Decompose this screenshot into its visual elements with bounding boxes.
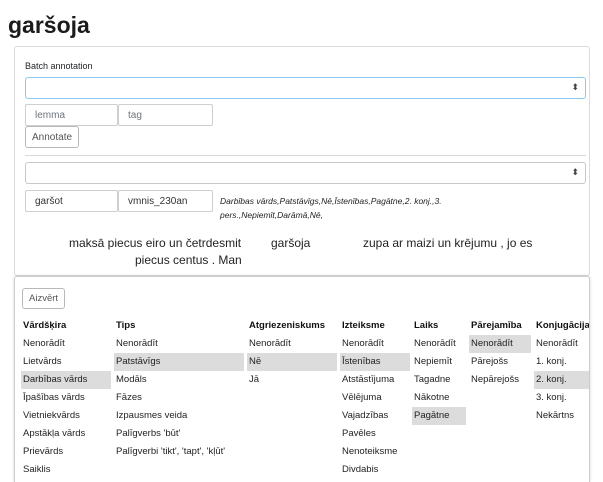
feature-column: Atgriezeniskums Nenorādīt Nē Jā [247,317,337,389]
feature-option[interactable]: Vietniekvārds [21,407,111,425]
feature-option[interactable]: Nenorādīt [469,335,531,353]
feature-option[interactable]: Patstāvīgs [114,353,244,371]
batch-lemma-input[interactable]: lemma [25,104,118,126]
feature-column: Konjugācija Nenorādīt 1. konj. 2. konj. 3. k… [534,317,590,425]
token-tag-select[interactable]: ⬍ [25,162,586,184]
column-header: Konjugācija [536,320,590,331]
sentence-text: maksā piecus eiro un četrdesmit [69,236,242,250]
select-caret-icon: ⬍ [571,167,579,177]
feature-option[interactable]: Izpausmes veida [114,407,244,425]
feature-column: Izteiksme Nenorādīt Īstenības Atstāstījuma V… [340,317,410,479]
feature-option[interactable]: Nenoteiksme [340,443,410,461]
feature-option[interactable]: Nenorādīt [340,335,410,353]
batch-annotation-label: Batch annotation [25,61,93,71]
feature-option[interactable]: Fāzes [114,389,244,407]
column-header: Vārdšķira [23,320,67,331]
feature-option[interactable]: Tagadne [412,371,466,389]
feature-option[interactable]: Nenorādīt [247,335,337,353]
feature-option[interactable]: Īpašības vārds [21,389,111,407]
feature-option[interactable]: Lietvārds [21,353,111,371]
column-header: Atgriezeniskums [249,320,326,331]
column-header: Izteiksme [342,320,385,331]
feature-column: Vārdšķira Nenorādīt Lietvārds Darbības vārd… [21,317,111,479]
annotation-card: Batch annotation ⬍ lemma tag Annotate ⬍ … [14,46,590,276]
column-header: Tips [116,320,136,331]
feature-option[interactable]: Nākotne [412,389,466,407]
tag-selector-panel: Aizvērt Vārdšķira Nenorādīt Lietvārds Darbī… [14,276,590,482]
feature-option[interactable]: Apstākļa vārds [21,425,111,443]
feature-option[interactable]: Nenorādīt [21,335,111,353]
tag-description: Darbības vārds,Patstāvīgs,Nē,Īstenības,P… [220,196,442,220]
feature-option[interactable]: Nepārejošs [469,371,531,389]
feature-option[interactable]: Darbības vārds [21,371,111,389]
feature-option[interactable]: Nepiemīt [412,353,466,371]
feature-option[interactable]: Nē [247,353,337,371]
feature-option[interactable]: Nenorādīt [412,335,466,353]
feature-option[interactable]: Vēlējuma [340,389,410,407]
select-caret-icon: ⬍ [571,82,579,92]
feature-option[interactable]: Atstāstījuma [340,371,410,389]
feature-option[interactable]: Modāls [114,371,244,389]
feature-option[interactable]: 2. konj. [534,371,589,389]
sentence-text: piecus centus . Man [135,253,242,267]
token-tag-input[interactable]: vmnis_230an [118,190,213,212]
feature-option[interactable]: Nekārtns [534,407,589,425]
batch-tag-select[interactable]: ⬍ [25,77,586,99]
token-lemma-input[interactable]: garšot [25,190,118,212]
feature-option[interactable]: Saiklis [21,461,111,479]
feature-option[interactable]: Palīgverbs 'būt' [114,425,244,443]
feature-option[interactable]: 1. konj. [534,353,589,371]
close-button[interactable]: Aizvērt [22,288,66,309]
feature-option[interactable]: Divdabis [340,461,410,479]
feature-option[interactable]: Īstenības [340,353,410,371]
feature-option[interactable]: Vajadzības [340,407,410,425]
sentence-token[interactable]: garšoja [271,236,310,250]
column-header: Laiks [414,320,439,331]
sentence-text: zupa ar maizi un krējumu , jo es [363,236,533,250]
feature-option[interactable]: Jā [247,371,337,389]
feature-option[interactable]: Nenorādīt [534,335,589,353]
annotate-button[interactable]: Annotate [25,126,80,148]
feature-option[interactable]: Palīgverbi 'tikt', 'tapt', 'kļūt' [114,443,244,461]
feature-option[interactable]: Prievārds [21,443,111,461]
feature-option[interactable]: Pagātne [412,407,466,425]
page-title: garšoja [8,12,90,38]
feature-column: Pārejamība Nenorādīt Pārejošs Nepārejošs [469,317,531,389]
column-header: Pārejamība [471,320,522,331]
feature-option[interactable]: 3. konj. [534,389,589,407]
batch-tag-input[interactable]: tag [118,104,213,126]
feature-option[interactable]: Nenorādīt [114,335,244,353]
feature-option[interactable]: Pavēles [340,425,410,443]
feature-column: Tips Nenorādīt Patstāvīgs Modāls Fāzes Izpaus… [114,317,244,461]
feature-option[interactable]: Pārejošs [469,353,531,371]
feature-column: Laiks Nenorādīt Nepiemīt Tagadne Nākotne Pagā… [412,317,466,425]
divider [25,155,586,156]
